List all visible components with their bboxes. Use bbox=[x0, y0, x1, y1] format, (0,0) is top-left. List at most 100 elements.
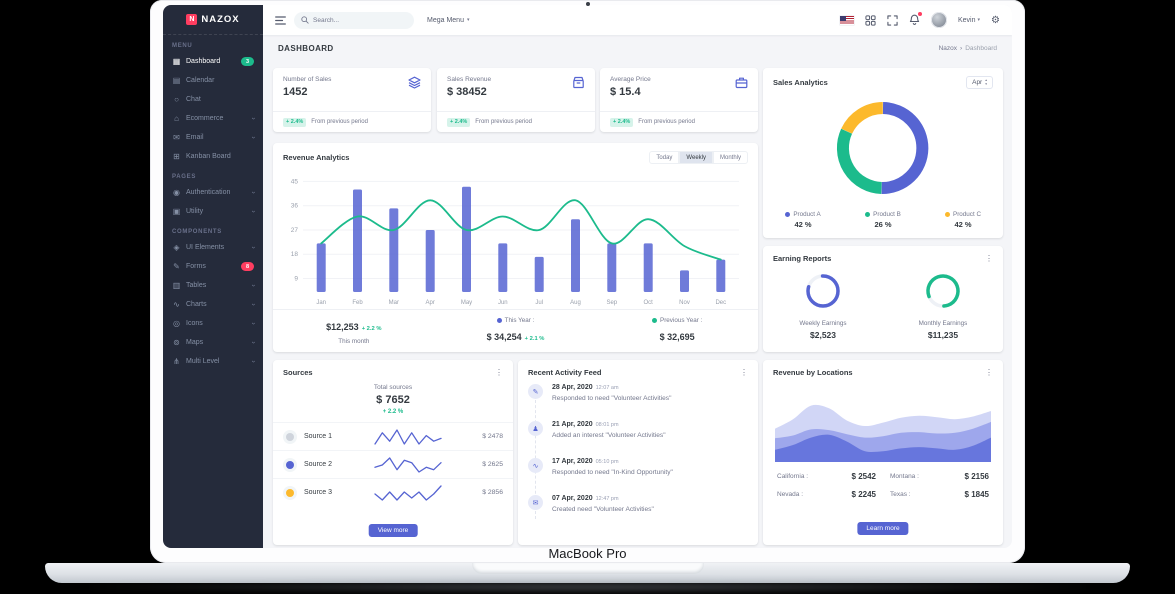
sidebar-item-label: Calendar bbox=[186, 77, 214, 84]
sidebar-item-kanban-board[interactable]: ⊞ Kanban Board bbox=[163, 147, 263, 166]
mega-menu-button[interactable]: Mega Menu ▾ bbox=[427, 17, 469, 24]
tab-today[interactable]: Today bbox=[649, 151, 679, 164]
breadcrumb-current: Dashboard bbox=[965, 45, 997, 52]
sidebar-item-multi-level[interactable]: ⋔ Multi Level › bbox=[163, 352, 263, 371]
svg-text:45: 45 bbox=[291, 178, 299, 185]
earning-label: Monthly Earnings bbox=[919, 320, 968, 327]
legend-dot bbox=[785, 212, 790, 217]
sidebar-item-email[interactable]: ✉ Email › bbox=[163, 128, 263, 147]
sidebar-item-ui-elements[interactable]: ◈ UI Elements › bbox=[163, 238, 263, 257]
prev-year-label: Previous Year : bbox=[660, 317, 702, 324]
chevron-down-icon: › bbox=[249, 360, 256, 362]
sidebar-item-authentication[interactable]: ◉ Authentication › bbox=[163, 183, 263, 202]
location-value: $ 2245 bbox=[852, 490, 876, 499]
sidebar-item-ecommerce[interactable]: ⌂ Ecommerce › bbox=[163, 109, 263, 128]
kebab-menu-icon[interactable]: ⋮ bbox=[740, 369, 748, 377]
location-value: $ 2156 bbox=[965, 472, 989, 481]
sidebar-item-utility[interactable]: ▣ Utility › bbox=[163, 202, 263, 221]
maps-icon: ⊚ bbox=[172, 338, 181, 347]
macbook-camera bbox=[586, 2, 590, 6]
source-amount: $ 2625 bbox=[471, 461, 503, 468]
activity-text: Responded to need "In-Kind Opportunity" bbox=[552, 469, 748, 476]
sidebar-item-icons[interactable]: ◎ Icons › bbox=[163, 314, 263, 333]
sidebar-item-dashboard[interactable]: ▦ Dashboard 3 bbox=[163, 52, 263, 71]
location-label: Nevada : bbox=[777, 491, 803, 498]
nazox-logo-icon: N bbox=[186, 14, 197, 25]
period-select[interactable]: Apr ▴▾ bbox=[966, 76, 993, 89]
calendar-icon: ▤ bbox=[172, 76, 181, 85]
avatar[interactable] bbox=[931, 12, 947, 28]
nazox-logo[interactable]: N NAZOX bbox=[163, 5, 263, 35]
source-name: Source 1 bbox=[304, 433, 344, 440]
source-row[interactable]: Source 2 $ 2625 bbox=[273, 450, 513, 478]
location-label: California : bbox=[777, 473, 808, 480]
kebab-menu-icon[interactable]: ⋮ bbox=[985, 255, 993, 263]
language-flag-icon[interactable] bbox=[840, 16, 854, 25]
stat-note: From previous period bbox=[475, 119, 532, 125]
month-delta: + 2.2 % bbox=[362, 326, 382, 332]
this-year-label: This Year : bbox=[505, 317, 535, 324]
fullscreen-icon[interactable] bbox=[887, 15, 898, 26]
charts-icon: ∿ bbox=[172, 300, 181, 309]
sidebar-item-label: Tables bbox=[186, 282, 206, 289]
prev-year-value: $ 32,695 bbox=[660, 332, 695, 342]
sidebar-item-chat[interactable]: ○ Chat bbox=[163, 90, 263, 109]
legend-value: 42 % bbox=[923, 220, 1003, 229]
chevron-down-icon: › bbox=[249, 341, 256, 343]
apps-grid-icon[interactable] bbox=[865, 15, 876, 26]
activity-text: Added an interest "Volunteer Activities" bbox=[552, 432, 748, 439]
view-more-button[interactable]: View more bbox=[369, 524, 418, 537]
prev-year-dot bbox=[652, 318, 657, 323]
tab-weekly[interactable]: Weekly bbox=[679, 151, 713, 164]
locations-area-chart bbox=[775, 388, 991, 467]
sidebar-item-label: Icons bbox=[186, 320, 203, 327]
activity-text: Responded to need "Volunteer Activities" bbox=[552, 395, 748, 402]
sidebar-item-calendar[interactable]: ▤ Calendar bbox=[163, 71, 263, 90]
revenue-by-locations-card: Revenue by Locations ⋮ California :$ 254… bbox=[763, 360, 1003, 545]
sidebar-section-menu: MENU bbox=[163, 35, 263, 52]
email-icon: ✉ bbox=[172, 133, 181, 142]
legend-value: 26 % bbox=[843, 220, 923, 229]
kebab-menu-icon[interactable]: ⋮ bbox=[495, 369, 503, 377]
edit-icon: ✎ bbox=[528, 384, 543, 399]
topbar: Search... Mega Menu ▾ bbox=[263, 5, 1012, 35]
source-row[interactable]: Source 3 $ 2856 bbox=[273, 478, 513, 506]
stat-value: 1452 bbox=[283, 86, 421, 98]
source-row[interactable]: Source 1 $ 2478 bbox=[273, 422, 513, 450]
kebab-menu-icon[interactable]: ⋮ bbox=[985, 369, 993, 377]
gear-icon[interactable]: ⚙ bbox=[991, 15, 1000, 26]
sales-analytics-card: Sales Analytics Apr ▴▾ Product A 42 % bbox=[763, 68, 1003, 238]
stat-label: Average Price bbox=[610, 76, 748, 83]
card-title: Earning Reports bbox=[773, 254, 831, 263]
source-amount: $ 2478 bbox=[471, 433, 503, 440]
source-3-sparkline bbox=[344, 483, 471, 503]
search-input[interactable]: Search... bbox=[294, 12, 414, 29]
user-menu[interactable]: Kevin ▾ bbox=[958, 17, 980, 24]
tables-icon: ▥ bbox=[172, 281, 181, 290]
sidebar-item-maps[interactable]: ⊚ Maps › bbox=[163, 333, 263, 352]
source-1-sparkline bbox=[344, 427, 471, 447]
notifications-bell-icon[interactable] bbox=[909, 14, 920, 26]
dashboard-badge: 3 bbox=[241, 57, 254, 66]
chevron-down-icon: › bbox=[249, 117, 256, 119]
activity-timeline: ✎ 28 Apr, 202012:07 am Responded to need… bbox=[518, 381, 758, 517]
dashboard-icon: ▦ bbox=[172, 57, 181, 66]
learn-more-button[interactable]: Learn more bbox=[857, 522, 908, 535]
svg-text:May: May bbox=[461, 300, 472, 306]
breadcrumb-root[interactable]: Nazox bbox=[939, 45, 957, 52]
sidebar-item-forms[interactable]: ✎ Forms 8 bbox=[163, 257, 263, 276]
activity-time: 05:10 pm bbox=[596, 459, 619, 465]
sidebar-item-label: Maps bbox=[186, 339, 203, 346]
tab-monthly[interactable]: Monthly bbox=[713, 151, 748, 164]
menu-toggle-icon[interactable] bbox=[275, 16, 286, 25]
sidebar-item-tables[interactable]: ▥ Tables › bbox=[163, 276, 263, 295]
sidebar-item-label: Dashboard bbox=[186, 58, 220, 65]
svg-text:Jun: Jun bbox=[498, 300, 508, 306]
macbook-shadow bbox=[90, 581, 1085, 593]
forms-badge: 8 bbox=[241, 262, 254, 271]
sidebar-item-charts[interactable]: ∿ Charts › bbox=[163, 295, 263, 314]
nazox-logo-text: NAZOX bbox=[201, 14, 239, 25]
stat-delta-badge: + 2.4% bbox=[283, 118, 306, 127]
sidebar-item-label: Authentication bbox=[186, 189, 230, 196]
sources-card: Sources ⋮ Total sources $ 7652 + 2.2 % S… bbox=[273, 360, 513, 545]
